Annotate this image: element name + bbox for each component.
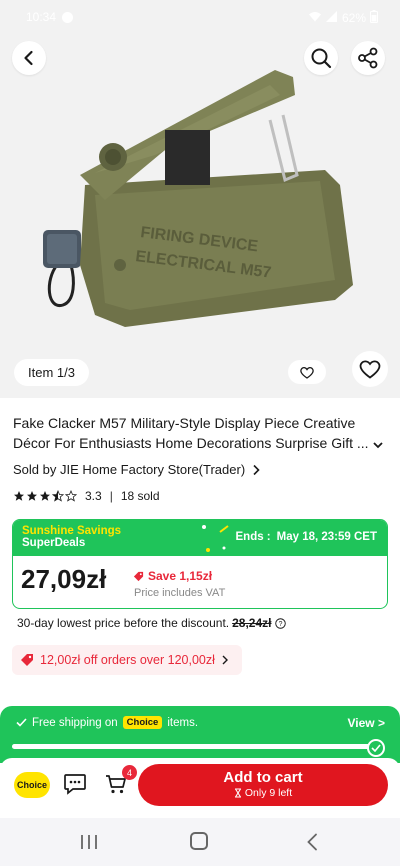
shipping-suffix: items. [167,716,199,729]
wifi-icon [308,11,322,25]
deal-header: Sunshine Savings SuperDeals Ends : May 18… [13,520,387,556]
status-time: 10:34 [26,10,57,24]
favorite-pill[interactable] [288,360,326,384]
image-counter: Item 1/3 [14,359,89,386]
star-half-icon [52,490,64,502]
chevron-down-icon[interactable] [372,437,384,455]
lowest-price-note: 30-day lowest price before the discount.… [17,616,286,630]
shipping-progress [12,744,370,749]
add-to-cart-button[interactable]: Add to cart Only 9 left [138,764,388,806]
status-bar: 10:34 62% [0,0,400,34]
divider: | [109,489,113,503]
star-icon [40,491,50,501]
deal-countdown: Ends : May 18, 23:59 CET [230,531,378,543]
svg-text:?: ? [278,620,282,627]
old-price: 28,24zł [232,616,272,630]
vat-note: Price includes VAT [134,587,226,599]
stock-note: Only 9 left [138,787,388,799]
choice-button[interactable]: Choice [14,772,50,798]
save-amount: Save 1,15zł [133,569,212,583]
product-title: Fake Clacker M57 Military-Style Display … [13,415,369,451]
coupon-text: 12,00zł off orders over 120,00zł [40,653,215,667]
choice-tag: Choice [122,716,163,729]
bottom-action-bar: Choice 4 Add to cart Only 9 left [0,758,400,818]
deal-brand-line1: Sunshine Savings [22,525,122,537]
deal-brand: Sunshine Savings SuperDeals [22,525,121,549]
chevron-right-icon [222,655,228,665]
hourglass-icon [234,788,241,798]
cart-count-badge: 4 [122,765,137,780]
star-icon [14,491,24,501]
chevron-right-icon [253,464,260,475]
heart-icon [300,366,314,379]
system-nav-bar [0,818,400,866]
deal-brand-line2: SuperDeals [22,537,86,549]
ends-value: May 18, 23:59 CET [276,531,377,543]
chat-icon[interactable] [63,773,87,800]
signal-icon [325,11,338,25]
coupon-tag-icon [21,654,33,666]
rating-stars [13,490,77,502]
battery-level: 62% [341,11,366,25]
seller-link[interactable]: Sold by JIE Home Factory Store(Trader) [13,462,261,477]
notification-icon [62,11,74,23]
check-circle-icon [367,739,385,757]
shipping-prefix: Free shipping on [32,716,118,729]
rating-value: 3.3 [85,489,102,503]
ends-label: Ends : [235,531,271,543]
free-shipping-bar[interactable]: Free shipping on Choice items. View > [0,706,400,763]
home-icon[interactable] [190,832,208,850]
star-empty-icon [65,490,77,502]
back-nav-icon[interactable] [306,833,318,856]
shipping-progress-fill [12,744,370,749]
view-link[interactable]: View > [348,716,385,730]
rating-row[interactable]: 3.3 | 18 sold [13,489,160,503]
check-icon [16,718,27,727]
product-gallery[interactable]: 10:34 62% FIRING DEVICE ELECTRICAL M57 I… [0,0,400,398]
seller-name: Sold by JIE Home Factory Store(Trader) [13,462,246,477]
help-icon[interactable]: ? [274,617,286,629]
coupon-offer[interactable]: 12,00zł off orders over 120,00zł [12,645,242,675]
heart-icon [359,360,381,379]
add-to-cart-label: Add to cart [223,769,303,786]
recent-apps-icon[interactable] [80,834,98,855]
wishlist-button[interactable] [352,351,388,387]
star-icon [27,491,37,501]
current-price: 27,09zł [21,564,107,594]
sold-count: 18 sold [120,489,160,503]
product-image: FIRING DEVICE ELECTRICAL M57 [43,70,353,327]
price-tag-icon [133,571,144,581]
battery-icon [370,10,378,26]
superdeals-box: Sunshine Savings SuperDeals Ends : May 18… [12,519,388,609]
